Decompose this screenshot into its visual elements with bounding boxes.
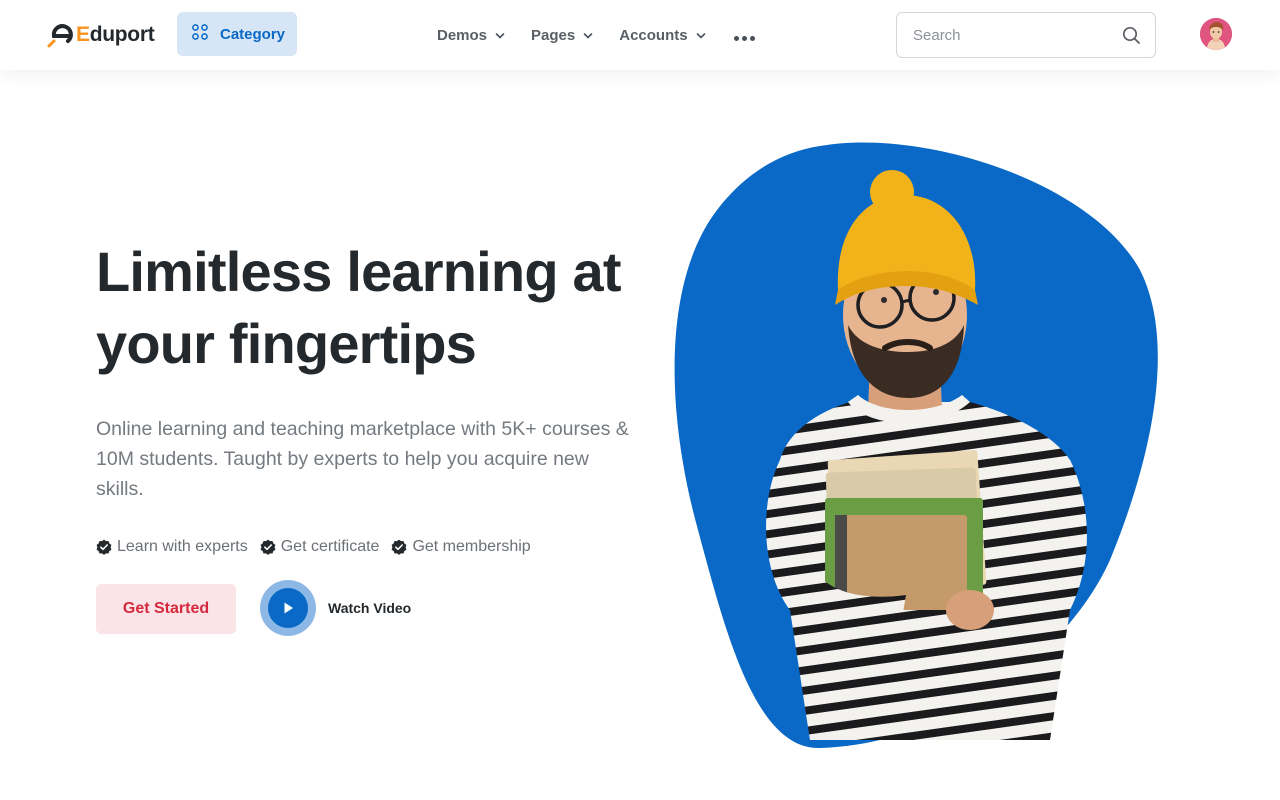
category-label: Category <box>220 25 286 43</box>
hero-image <box>670 140 1170 760</box>
nav-label: Demos <box>437 26 488 44</box>
watch-video-label: Watch Video <box>328 600 412 616</box>
logo-text-accent: E <box>76 23 90 46</box>
check-badge-icon <box>392 539 407 555</box>
feature-label: Learn with experts <box>117 538 248 555</box>
avatar[interactable] <box>1200 18 1232 50</box>
nav-item-pages[interactable]: Pages <box>531 24 593 46</box>
check-badge-icon <box>260 539 276 555</box>
chevron-down-icon <box>495 33 505 39</box>
play-button-ring <box>260 580 316 636</box>
nav-label: Pages <box>531 26 576 44</box>
hero-description: Online learning and teaching marketplace… <box>96 418 629 500</box>
search-icon[interactable] <box>1122 26 1141 45</box>
nav-label: Accounts <box>619 26 688 44</box>
search-box <box>896 12 1156 58</box>
search-input[interactable] <box>913 26 1123 44</box>
category-button[interactable]: Category <box>177 12 297 56</box>
top-navbar: Eduport Category Demos Pages Accounts <box>0 0 1280 70</box>
logo-text-rest: duport <box>89 23 155 46</box>
play-icon <box>268 588 308 628</box>
chevron-down-icon <box>583 33 593 39</box>
logo[interactable]: Eduport <box>46 20 155 50</box>
feature-item: Get membership <box>391 538 531 556</box>
feature-label: Get membership <box>412 538 531 555</box>
logo-mark-icon <box>46 21 74 49</box>
main-nav: Demos Pages Accounts <box>437 24 758 46</box>
feature-item: Learn with experts <box>96 538 248 556</box>
get-started-button[interactable]: Get Started <box>96 584 236 634</box>
grid-icon <box>192 23 208 45</box>
hero-title: Limitless learning at your fingertips <box>96 236 656 380</box>
nav-item-demos[interactable]: Demos <box>437 24 505 46</box>
feature-label: Get certificate <box>280 538 380 555</box>
hero-title-line-1: Limitless learning at <box>96 240 622 303</box>
hero-title-line-2: your fingertips <box>96 312 477 375</box>
feature-list: Learn with experts Get certificate Get m… <box>96 538 543 556</box>
check-badge-icon <box>96 539 112 555</box>
chevron-down-icon <box>696 33 705 39</box>
logo-text: Eduport <box>76 23 155 47</box>
nav-item-accounts[interactable]: Accounts <box>619 24 705 46</box>
feature-item: Get certificate <box>260 538 380 556</box>
watch-video-button[interactable]: Watch Video <box>260 580 411 636</box>
more-dots-icon[interactable] <box>733 24 758 46</box>
